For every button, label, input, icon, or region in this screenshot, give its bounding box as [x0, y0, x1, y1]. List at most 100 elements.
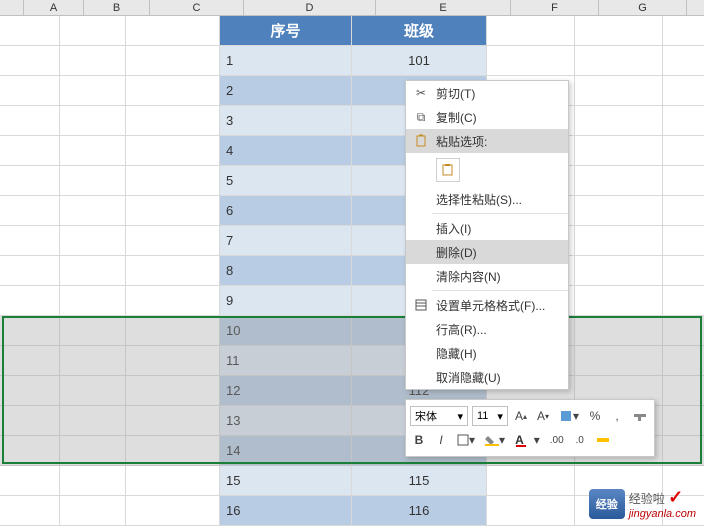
cell[interactable] [126, 226, 220, 255]
merge-cells-button[interactable] [593, 430, 613, 450]
cell[interactable] [126, 376, 220, 405]
cell-seq[interactable]: 6 [220, 196, 352, 225]
cell[interactable] [60, 76, 126, 105]
decrease-font-button[interactable]: A▾ [534, 406, 552, 426]
cell[interactable] [0, 376, 60, 405]
cell[interactable] [60, 256, 126, 285]
cell[interactable] [575, 256, 663, 285]
font-size-select[interactable]: 11 ▾ [472, 406, 508, 426]
table-row[interactable]: 8 [0, 256, 704, 286]
cell[interactable] [60, 46, 126, 75]
cell[interactable] [0, 76, 60, 105]
cell-class[interactable]: 101 [352, 46, 487, 75]
increase-font-button[interactable]: A▴ [512, 406, 530, 426]
cell-seq[interactable]: 1 [220, 46, 352, 75]
cell[interactable] [487, 466, 575, 495]
cell-seq[interactable]: 4 [220, 136, 352, 165]
cell[interactable] [575, 46, 663, 75]
header-seq[interactable]: 序号 [220, 16, 352, 45]
table-row[interactable]: 3 [0, 106, 704, 136]
cell-seq[interactable]: 13 [220, 406, 352, 435]
cell[interactable] [126, 406, 220, 435]
bold-button[interactable]: B [410, 430, 428, 450]
cell[interactable] [126, 316, 220, 345]
cell[interactable] [60, 466, 126, 495]
cell[interactable] [0, 256, 60, 285]
col-header-d[interactable]: D [244, 0, 376, 15]
col-header-g[interactable]: G [599, 0, 687, 15]
menu-row-height[interactable]: 行高(R)... [406, 317, 568, 341]
cell[interactable] [126, 286, 220, 315]
cell[interactable] [0, 106, 60, 135]
cell[interactable] [575, 196, 663, 225]
menu-paste-special[interactable]: 选择性粘贴(S)... [406, 187, 568, 211]
cell[interactable] [487, 496, 575, 525]
cell-seq[interactable]: 10 [220, 316, 352, 345]
cell[interactable] [0, 316, 60, 345]
cell[interactable] [126, 106, 220, 135]
cell[interactable] [126, 136, 220, 165]
table-row[interactable]: 1101 [0, 46, 704, 76]
increase-decimal-button[interactable]: .0 [571, 430, 589, 450]
select-all-corner[interactable] [0, 0, 24, 15]
cell-class[interactable]: 116 [352, 496, 487, 525]
cell[interactable] [126, 436, 220, 465]
col-header-f[interactable]: F [511, 0, 599, 15]
menu-paste-options[interactable]: 粘贴选项: [406, 129, 568, 153]
cell-seq[interactable]: 2 [220, 76, 352, 105]
menu-hide[interactable]: 隐藏(H) [406, 341, 568, 365]
cell[interactable] [0, 226, 60, 255]
menu-format-cells[interactable]: 设置单元格格式(F)... [406, 293, 568, 317]
table-row[interactable]: 11 [0, 346, 704, 376]
cell[interactable] [575, 226, 663, 255]
cell[interactable] [60, 496, 126, 525]
table-row[interactable]: 5 [0, 166, 704, 196]
menu-insert[interactable]: 插入(I) [406, 216, 568, 240]
cell[interactable] [575, 136, 663, 165]
cell[interactable] [126, 76, 220, 105]
cell[interactable] [126, 166, 220, 195]
cell-seq[interactable]: 15 [220, 466, 352, 495]
cell-seq[interactable]: 16 [220, 496, 352, 525]
menu-copy[interactable]: ⧉ 复制(C) [406, 105, 568, 129]
table-row[interactable]: 2 [0, 76, 704, 106]
table-row[interactable]: 7 [0, 226, 704, 256]
cell-seq[interactable]: 12 [220, 376, 352, 405]
cell[interactable] [60, 346, 126, 375]
percent-button[interactable]: % [586, 406, 604, 426]
col-header-b[interactable]: B [84, 0, 150, 15]
cell[interactable] [0, 136, 60, 165]
cell[interactable] [0, 196, 60, 225]
cell[interactable] [575, 76, 663, 105]
cell-seq[interactable]: 3 [220, 106, 352, 135]
cell[interactable] [575, 106, 663, 135]
cell-seq[interactable]: 5 [220, 166, 352, 195]
cell[interactable] [487, 46, 575, 75]
cell[interactable] [60, 226, 126, 255]
cell[interactable] [126, 346, 220, 375]
cell-seq[interactable]: 8 [220, 256, 352, 285]
cell[interactable] [575, 166, 663, 195]
cell[interactable] [60, 316, 126, 345]
cell-seq[interactable]: 7 [220, 226, 352, 255]
comma-button[interactable]: , [608, 406, 626, 426]
cell[interactable] [60, 166, 126, 195]
menu-cut[interactable]: ✂ 剪切(T) [406, 81, 568, 105]
cell-seq[interactable]: 9 [220, 286, 352, 315]
cell[interactable] [575, 316, 663, 345]
cell[interactable] [60, 106, 126, 135]
cell[interactable] [60, 376, 126, 405]
font-name-select[interactable]: 宋体 ▾ [410, 406, 468, 426]
cell[interactable] [60, 436, 126, 465]
italic-button[interactable]: I [432, 430, 450, 450]
cell[interactable] [0, 436, 60, 465]
cell-class[interactable]: 115 [352, 466, 487, 495]
cell[interactable] [0, 346, 60, 375]
cell[interactable] [60, 136, 126, 165]
table-row[interactable]: 9 [0, 286, 704, 316]
cell[interactable] [126, 466, 220, 495]
cell[interactable] [0, 496, 60, 525]
cell[interactable] [60, 196, 126, 225]
cell[interactable] [575, 286, 663, 315]
table-row[interactable]: 4 [0, 136, 704, 166]
